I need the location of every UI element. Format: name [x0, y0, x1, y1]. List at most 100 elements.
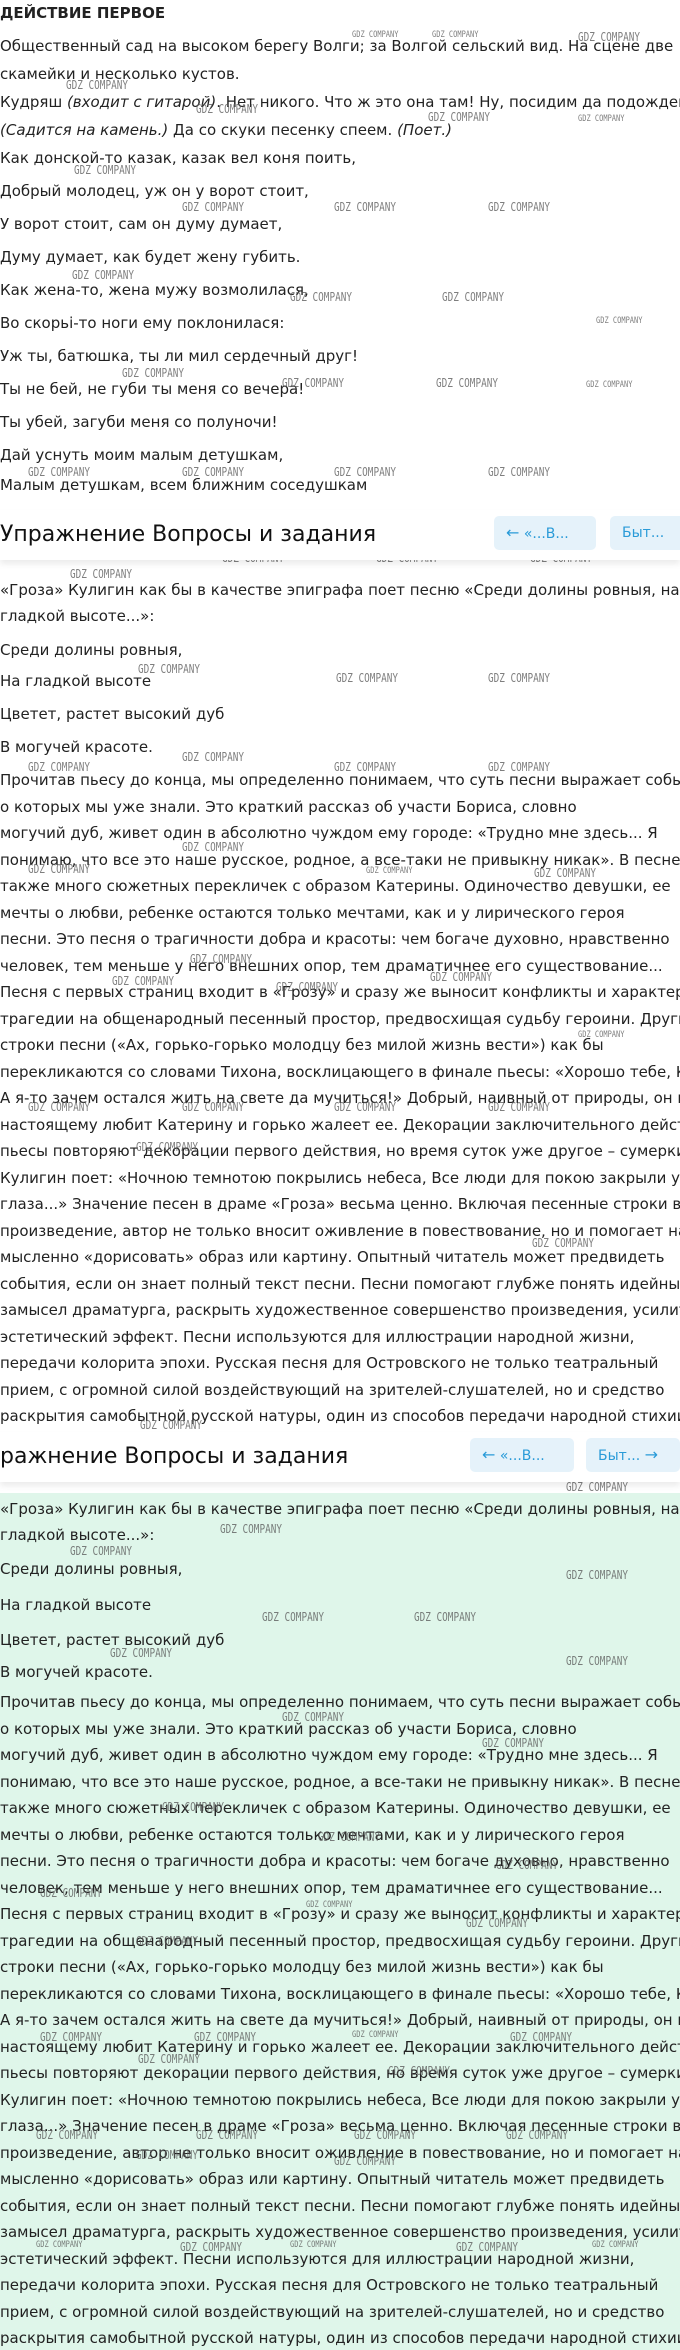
act-title: ДЕЙСТВИЕ ПЕРВОЕ [0, 4, 166, 22]
watermark: GDZ COMPANY [28, 760, 90, 774]
dialogue-text: Да со скуки песенку спеем. [168, 121, 393, 139]
page: ДЕЙСТВИЕ ПЕРВОЕ Общественный сад на высо… [0, 0, 680, 2350]
watermark: GDZ COMPANY [306, 1900, 353, 1910]
watermark: GDZ COMPANY [182, 750, 244, 764]
watermark: GDZ COMPANY [436, 376, 498, 390]
watermark: GDZ COMPANY [36, 2240, 83, 2250]
watermark: GDZ COMPANY [194, 2030, 256, 2044]
watermark: GDZ COMPANY [276, 980, 338, 994]
watermark: GDZ COMPANY [488, 465, 550, 479]
watermark: GDZ COMPANY [74, 163, 136, 177]
section-header: Упражнение Вопросы и задания ← «...В... … [0, 510, 680, 560]
watermark: GDZ COMPANY [336, 671, 398, 685]
watermark: GDZ COMPANY [28, 862, 90, 876]
watermark: GDZ COMPANY [28, 1100, 90, 1114]
next-button[interactable]: Быт... [610, 516, 680, 550]
watermark: GDZ COMPANY [196, 2128, 258, 2142]
watermark: GDZ COMPANY [40, 1886, 102, 1900]
prev-button[interactable]: ← «...В... [470, 1438, 574, 1472]
analysis-line: раскрытия самобытной русской натуры, оди… [0, 2329, 680, 2347]
arrow-left-icon: ← [482, 1445, 496, 1464]
song2-line: Цветет, растет высокий дуб [0, 705, 225, 723]
song2-line: На гладкой высоте [0, 1596, 152, 1614]
watermark: GDZ COMPANY [220, 1522, 282, 1536]
watermark: GDZ COMPANY [578, 30, 640, 44]
watermark: GDZ COMPANY [488, 1100, 550, 1114]
watermark: GDZ COMPANY [70, 567, 132, 581]
watermark: GDZ COMPANY [566, 1568, 628, 1582]
watermark: GDZ COMPANY [180, 2240, 242, 2254]
watermark: GDZ COMPANY [136, 1140, 198, 1154]
watermark: GDZ COMPANY [140, 1418, 202, 1432]
watermark: GDZ COMPANY [138, 2052, 200, 2066]
watermark: GDZ COMPANY [352, 30, 399, 40]
watermark: GDZ COMPANY [532, 1236, 594, 1250]
watermark: GDZ COMPANY [282, 376, 344, 390]
next-button[interactable]: Быт... → [586, 1438, 680, 1472]
prev-label: «...В... [523, 526, 569, 542]
watermark: GDZ COMPANY [190, 952, 252, 966]
watermark: GDZ COMPANY [262, 1610, 324, 1624]
watermark: GDZ COMPANY [66, 78, 128, 92]
section-title: ражнение Вопросы и задания [0, 1444, 349, 1469]
watermark: GDZ COMPANY [566, 1480, 628, 1494]
watermark: GDZ COMPANY [182, 465, 244, 479]
watermark: GDZ COMPANY [354, 2128, 416, 2142]
watermark: GDZ COMPANY [388, 2064, 450, 2078]
watermark: GDZ COMPANY [282, 1710, 344, 1724]
watermark: GDZ COMPANY [182, 200, 244, 214]
arrow-right-icon: → [644, 1445, 659, 1464]
watermark: GDZ COMPANY [586, 380, 633, 390]
watermark: GDZ COMPANY [414, 1610, 476, 1624]
arrow-left-icon: ← [506, 523, 520, 542]
watermark: GDZ COMPANY [510, 2030, 572, 2044]
watermark: GDZ COMPANY [466, 1916, 528, 1930]
next-label: Быт... [622, 525, 665, 541]
watermark: GDZ COMPANY [566, 1654, 628, 1668]
watermark: GDZ COMPANY [488, 200, 550, 214]
watermark: GDZ COMPANY [72, 268, 134, 282]
watermark: GDZ COMPANY [334, 2154, 396, 2168]
prev-label: «...В... [499, 1448, 545, 1464]
watermark: GDZ COMPANY [182, 1100, 244, 1114]
watermark: GDZ COMPANY [596, 316, 643, 326]
watermark: GDZ COMPANY [334, 200, 396, 214]
dialogue-text: . Нет никого. Что ж это она там! Ну, пос… [216, 93, 680, 111]
song2-line: Среди долины ровныя, [0, 641, 183, 659]
watermark: GDZ COMPANY [122, 366, 184, 380]
epigraph-line: гладкой высоте...»: [0, 607, 155, 625]
watermark: GDZ COMPANY [456, 2240, 518, 2254]
prev-button[interactable]: ← «...В... [494, 516, 596, 550]
watermark: GDZ COMPANY [40, 2030, 102, 2044]
watermark: GDZ COMPANY [488, 760, 550, 774]
watermark: GDZ COMPANY [136, 2148, 198, 2162]
song-line: Уж ты, батюшка, ты ли мил сердечный друг… [0, 347, 359, 365]
watermark: GDZ COMPANY [578, 1030, 625, 1040]
watermark: GDZ COMPANY [334, 465, 396, 479]
stage-direction: (входит с гитарой) [66, 93, 217, 111]
watermark: GDZ COMPANY [182, 840, 244, 854]
watermark: GDZ COMPANY [432, 30, 479, 40]
watermark: GDZ COMPANY [506, 2128, 568, 2142]
section-header: ражнение Вопросы и задания ← «...В... Бы… [0, 1432, 680, 1482]
stage-direction: (Садится на камень.) [0, 121, 169, 139]
watermark: GDZ COMPANY [110, 1646, 172, 1660]
watermark: GDZ COMPANY [318, 1830, 380, 1844]
watermark: GDZ COMPANY [428, 110, 490, 124]
watermark: GDZ COMPANY [136, 1934, 198, 1948]
watermark: GDZ COMPANY [196, 102, 258, 116]
next-label: Быт... [598, 1448, 641, 1464]
watermark: GDZ COMPANY [28, 465, 90, 479]
watermark: GDZ COMPANY [534, 866, 596, 880]
watermark: GDZ COMPANY [36, 2128, 98, 2142]
speaker-name: Кудряш [0, 93, 63, 111]
watermark: GDZ COMPANY [70, 1544, 132, 1558]
watermark: GDZ COMPANY [334, 1100, 396, 1114]
watermark: GDZ COMPANY [138, 662, 200, 676]
watermark: GDZ COMPANY [290, 2240, 337, 2250]
watermark: GDZ COMPANY [578, 114, 625, 124]
watermark: GDZ COMPANY [442, 290, 504, 304]
analysis-line: раскрытия самобытной русской натуры, оди… [0, 1407, 680, 1425]
watermark: GDZ COMPANY [290, 290, 352, 304]
section-title: Упражнение Вопросы и задания [0, 522, 377, 547]
